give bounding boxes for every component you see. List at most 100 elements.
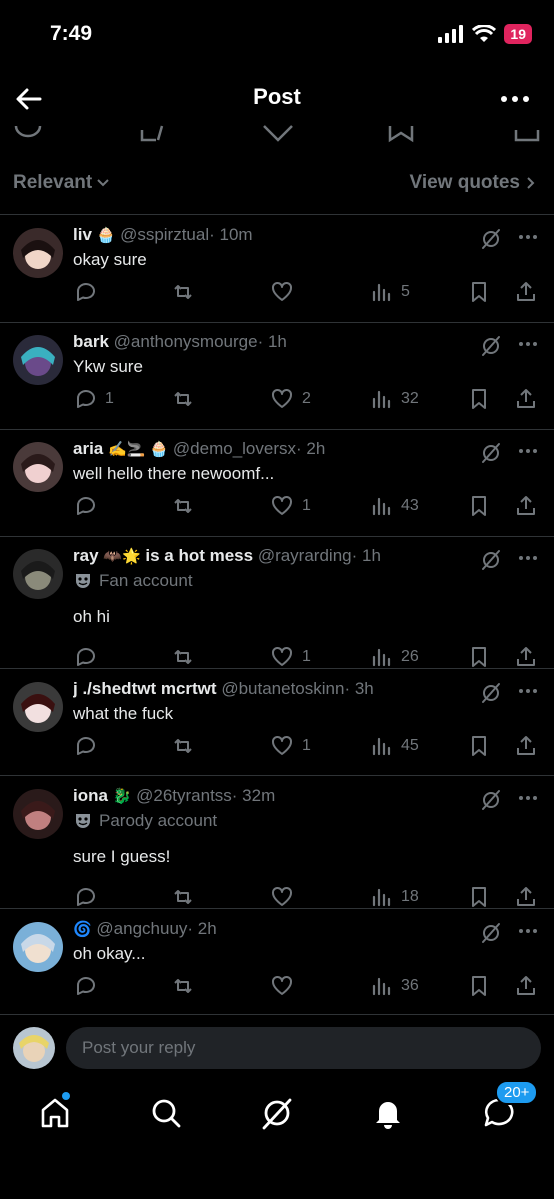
avatar[interactable] [13, 442, 63, 492]
reply-author-handle[interactable]: @rayrarding [258, 546, 352, 565]
views-button[interactable]: 26 [369, 645, 419, 669]
more-icon[interactable] [518, 555, 538, 561]
reply-item[interactable]: iona 🐉 @26tyrantss· 32m Parody account sur… [0, 786, 554, 909]
more-icon[interactable] [518, 795, 538, 801]
bookmark-button[interactable] [467, 734, 491, 758]
like-button[interactable] [270, 280, 302, 304]
reply-item[interactable]: bark @anthonysmourge· 1h Ykw sure 1 2 32 [0, 332, 554, 425]
avatar[interactable] [13, 228, 63, 278]
divider [0, 775, 554, 776]
like-button[interactable]: 2 [270, 387, 311, 411]
more-icon[interactable] [518, 688, 538, 694]
share-button[interactable] [514, 974, 538, 998]
more-icon[interactable] [518, 234, 538, 240]
views-icon [372, 648, 391, 667]
reply-author-name[interactable]: liv [73, 225, 92, 244]
like-button[interactable] [270, 974, 302, 998]
reply-author-name[interactable]: iona [73, 786, 108, 805]
views-button[interactable]: 32 [369, 387, 419, 411]
like-button[interactable] [270, 885, 302, 909]
like-icon [272, 388, 292, 408]
reply-actions: 1 43 [73, 494, 538, 520]
more-icon[interactable] [518, 448, 538, 454]
repost-button[interactable] [171, 734, 203, 758]
share-button[interactable] [514, 280, 538, 304]
grok-icon[interactable] [480, 922, 502, 944]
home-icon[interactable] [38, 1096, 72, 1130]
repost-button[interactable] [171, 885, 203, 909]
home-unread-dot [62, 1092, 70, 1100]
repost-button[interactable] [171, 280, 203, 304]
repost-button[interactable] [171, 974, 203, 998]
views-button[interactable]: 45 [369, 734, 419, 758]
reply-author-name[interactable]: j ./shedtwt mcrtwt [73, 679, 217, 698]
reply-button[interactable] [73, 885, 105, 909]
views-icon [372, 888, 391, 907]
reply-author-name[interactable]: aria [73, 439, 103, 458]
search-icon[interactable] [149, 1096, 183, 1130]
bookmark-button[interactable] [467, 494, 491, 518]
avatar[interactable] [13, 335, 63, 385]
reply-icon [77, 888, 95, 906]
grok-icon[interactable] [480, 335, 502, 357]
more-icon[interactable] [518, 928, 538, 934]
reply-button[interactable] [73, 280, 105, 304]
views-button[interactable]: 18 [369, 885, 419, 909]
reply-item[interactable]: 🌀 @angchuuy· 2h oh okay... 36 [0, 919, 554, 1012]
reply-button[interactable]: 1 [73, 387, 114, 411]
more-icon[interactable] [518, 341, 538, 347]
bookmark-button[interactable] [467, 885, 491, 909]
avatar[interactable] [13, 1027, 55, 1069]
reply-input[interactable]: Post your reply [66, 1027, 541, 1069]
share-button[interactable] [514, 734, 538, 758]
bookmark-button[interactable] [467, 280, 491, 304]
reply-item[interactable]: j ./shedtwt mcrtwt @butanetoskinn· 3h wha… [0, 679, 554, 772]
grok-icon[interactable] [480, 442, 502, 464]
grok-icon[interactable] [480, 228, 502, 250]
reply-button[interactable] [73, 494, 105, 518]
bell-icon[interactable] [371, 1096, 405, 1130]
reply-author-handle[interactable]: @butanetoskinn [221, 679, 344, 698]
bookmark-button[interactable] [467, 645, 491, 669]
avatar[interactable] [13, 789, 63, 839]
reply-item[interactable]: aria ✍️🚬 🧁 @demo_loversx· 2h well hello t… [0, 439, 554, 532]
reply-item[interactable]: ray 🦇🌟 is a hot mess @rayrarding· 1h Fan … [0, 546, 554, 669]
views-button[interactable]: 36 [369, 974, 419, 998]
share-icon [517, 976, 535, 995]
bookmark-button[interactable] [467, 387, 491, 411]
reply-button[interactable] [73, 645, 105, 669]
reply-author-handle[interactable]: @sspirztual [120, 225, 209, 244]
repost-button[interactable] [171, 387, 203, 411]
grok-icon[interactable] [480, 549, 502, 571]
reply-author-handle[interactable]: @demo_loversx [173, 439, 296, 458]
views-button[interactable]: 43 [369, 494, 419, 518]
repost-button[interactable] [171, 494, 203, 518]
reply-button[interactable] [73, 734, 105, 758]
like-button[interactable]: 1 [270, 494, 311, 518]
avatar[interactable] [13, 922, 63, 972]
bookmark-button[interactable] [467, 974, 491, 998]
reply-item[interactable]: liv 🧁 @sspirztual· 10m okay sure 5 [0, 225, 554, 318]
share-button[interactable] [514, 645, 538, 669]
avatar[interactable] [13, 549, 63, 599]
grok-icon[interactable] [480, 789, 502, 811]
share-button[interactable] [514, 494, 538, 518]
share-button[interactable] [514, 885, 538, 909]
view-quotes-link[interactable]: View quotes [409, 172, 536, 194]
reply-author-handle[interactable]: @angchuuy [96, 919, 187, 938]
grok-icon[interactable] [260, 1096, 294, 1130]
reply-author-handle[interactable]: @anthonysmourge [114, 332, 258, 351]
repost-button[interactable] [171, 645, 203, 669]
reply-author-name[interactable]: ray [73, 546, 99, 565]
reply-author-name[interactable]: bark [73, 332, 109, 351]
views-button[interactable]: 5 [369, 280, 410, 304]
reply-button[interactable] [73, 974, 105, 998]
more-icon[interactable] [500, 94, 530, 104]
reply-author-handle[interactable]: @26tyrantss [136, 786, 232, 805]
share-button[interactable] [514, 387, 538, 411]
avatar[interactable] [13, 682, 63, 732]
like-button[interactable]: 1 [270, 645, 311, 669]
sort-dropdown[interactable]: Relevant [13, 172, 110, 194]
grok-icon[interactable] [480, 682, 502, 704]
like-button[interactable]: 1 [270, 734, 311, 758]
